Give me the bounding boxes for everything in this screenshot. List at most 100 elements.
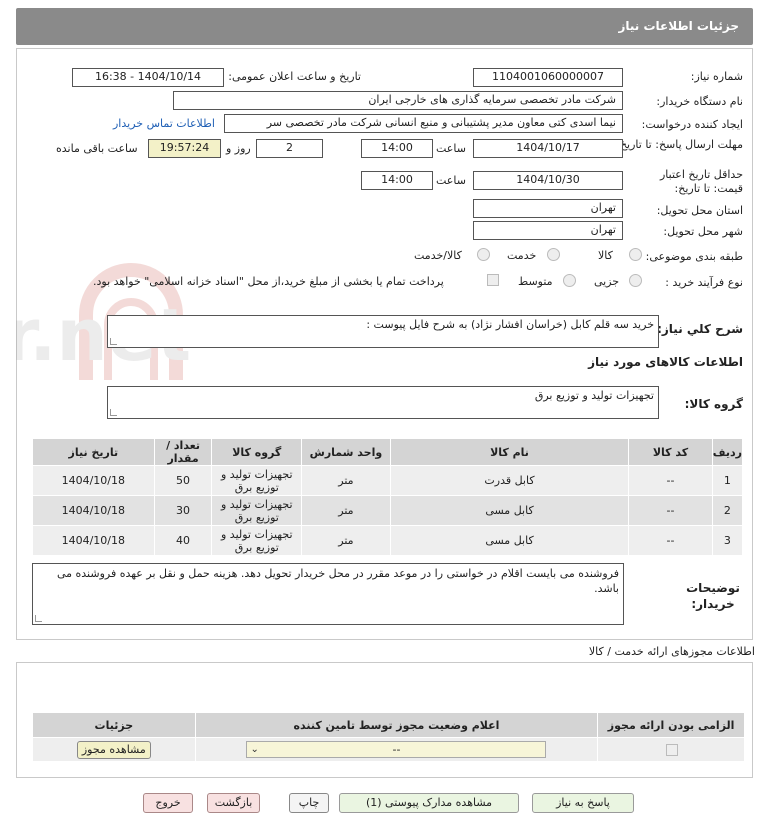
license-details-cell: مشاهده مجوز xyxy=(32,737,196,762)
items-table: ردیف کد کالا نام کالا واحد شمارش گروه کا… xyxy=(32,438,744,556)
items-table-header: ردیف کد کالا نام کالا واحد شمارش گروه کا… xyxy=(32,438,744,466)
days-field: 2 xyxy=(256,139,323,158)
buyer-notes-textarea[interactable]: فروشنده می بایست اقلام در خواستی را در م… xyxy=(32,563,624,625)
col-row: ردیف xyxy=(711,438,744,466)
process-label: نوع فرآیند خرید : xyxy=(665,276,743,289)
goods-group-label: گروه کالا: xyxy=(684,397,743,411)
cell-name: کابل مسی xyxy=(389,525,630,556)
cell-row: 1 xyxy=(711,465,744,496)
col-qty: تعداد / مقدار xyxy=(153,438,213,466)
col-code: کد کالا xyxy=(628,438,713,466)
category-option-goods: کالا xyxy=(598,249,613,262)
view-license-button[interactable]: مشاهده مجوز xyxy=(76,740,151,759)
table-row: 2 -- کابل مسی متر تجهیزات تولید و توزیع … xyxy=(32,495,744,526)
description-textarea[interactable]: خرید سه قلم کابل (خراسان افشار نژاد) به … xyxy=(107,315,659,348)
license-status-cell: ⌄ -- xyxy=(194,737,599,762)
cell-qty: 30 xyxy=(153,495,213,526)
cell-group: تجهیزات تولید و توزیع برق xyxy=(211,525,303,556)
licenses-table: الزامی بودن ارائه مجوز اعلام وضعیت مجوز … xyxy=(32,712,745,762)
cell-code: -- xyxy=(628,495,713,526)
cell-code: -- xyxy=(628,465,713,496)
cell-name: کابل قدرت xyxy=(389,465,630,496)
buyer-notes-label: توضیحات خریدار: xyxy=(686,581,740,611)
description-label: شرح کلي نياز: xyxy=(657,322,743,336)
category-option-goods-service: کالا/خدمت xyxy=(414,249,462,262)
buyer-notes-text: فروشنده می بایست اقلام در خواستی را در م… xyxy=(56,567,619,595)
buyer-contact-link[interactable]: اطلاعات تماس خریدار xyxy=(113,117,215,130)
category-radio-goods-service[interactable] xyxy=(477,248,490,261)
goods-info-title: اطلاعات کالاهای مورد نیاز xyxy=(588,355,743,369)
creator-field: نیما اسدی کتی معاون مدیر پشتیبانی و منبع… xyxy=(224,114,623,133)
exit-button[interactable]: خروج xyxy=(143,793,193,813)
view-attachments-button[interactable]: مشاهده مدارک پیوستی (1) xyxy=(339,793,519,813)
validity-time-field: 14:00 xyxy=(361,171,433,190)
cell-row: 2 xyxy=(711,495,744,526)
resize-grip-icon[interactable] xyxy=(110,409,117,416)
table-row: 3 -- کابل مسی متر تجهیزات تولید و توزیع … xyxy=(32,525,744,556)
remaining-time-label: ساعت باقی مانده xyxy=(56,142,138,155)
table-row: 1 -- کابل قدرت متر تجهیزات تولید و توزیع… xyxy=(32,465,744,496)
buyer-org-label: نام دستگاه خریدار: xyxy=(656,95,743,108)
category-radio-service[interactable] xyxy=(547,248,560,261)
cell-row: 3 xyxy=(711,525,744,556)
cell-name: کابل مسی xyxy=(389,495,630,526)
need-number-label: شماره نیاز: xyxy=(690,70,743,83)
goods-group-text: تجهیزات تولید و توزیع برق xyxy=(534,389,654,402)
col-license-details: جزئیات xyxy=(32,712,196,738)
remaining-time-field: 19:57:24 xyxy=(148,139,221,158)
page-header: جزئیات اطلاعات نیاز xyxy=(16,8,753,45)
city-label: شهر محل تحویل: xyxy=(663,225,743,238)
category-label: طبقه بندی موضوعی: xyxy=(645,250,743,263)
licenses-title: اطلاعات مجوزهای ارائه خدمت / کالا xyxy=(588,645,755,658)
license-status-value: -- xyxy=(392,743,401,756)
goods-group-textarea[interactable]: تجهیزات تولید و توزیع برق xyxy=(107,386,659,419)
license-required-checkbox[interactable] xyxy=(666,744,679,756)
license-required-cell xyxy=(597,737,745,762)
col-name: نام کالا xyxy=(389,438,630,466)
announce-label: تاریخ و ساعت اعلان عمومی: xyxy=(228,70,361,83)
treasury-payment-checkbox[interactable] xyxy=(487,274,499,286)
category-option-service: خدمت xyxy=(507,249,537,262)
reply-button[interactable]: پاسخ به نیاز xyxy=(532,793,634,813)
deadline-time-label: ساعت xyxy=(436,142,466,155)
city-field: تهران xyxy=(473,221,623,240)
cell-code: -- xyxy=(628,525,713,556)
process-option-minor: جزیی xyxy=(594,275,620,288)
cell-qty: 40 xyxy=(153,525,213,556)
validity-label: حداقل تاریخ اعتبار قیمت: تا تاریخ: xyxy=(659,168,743,195)
col-date: تاریخ نیاز xyxy=(32,438,155,466)
days-label: روز و xyxy=(226,142,251,155)
category-radio-goods[interactable] xyxy=(629,248,642,261)
resize-grip-icon[interactable] xyxy=(35,615,42,622)
province-label: استان محل تحویل: xyxy=(656,204,743,217)
col-license-required: الزامی بودن ارائه مجوز xyxy=(597,712,745,738)
back-button[interactable]: بازگشت xyxy=(207,793,260,813)
print-button[interactable]: چاپ xyxy=(289,793,329,813)
need-number-field: 1104001060000007 xyxy=(473,68,623,87)
process-radio-minor[interactable] xyxy=(629,274,642,287)
deadline-time-field: 14:00 xyxy=(361,139,433,158)
resize-grip-icon[interactable] xyxy=(110,338,117,345)
cell-unit: متر xyxy=(301,495,391,526)
cell-date: 1404/10/18 xyxy=(32,525,155,556)
buyer-org-field: شرکت مادر تخصصی سرمایه گذاری های خارجی ا… xyxy=(173,91,623,110)
col-unit: واحد شمارش xyxy=(301,438,391,466)
announce-datetime-field: 1404/10/14 - 16:38 xyxy=(72,68,224,87)
license-status-select[interactable]: ⌄ -- xyxy=(246,741,547,758)
description-text: خرید سه قلم کابل (خراسان افشار نژاد) به … xyxy=(366,318,654,331)
deadline-date-field: 1404/10/17 xyxy=(473,139,623,158)
process-option-medium: متوسط xyxy=(518,275,553,288)
validity-time-label: ساعت xyxy=(436,174,466,187)
cell-group: تجهیزات تولید و توزیع برق xyxy=(211,465,303,496)
chevron-down-icon: ⌄ xyxy=(250,744,259,755)
licenses-table-header: الزامی بودن ارائه مجوز اعلام وضعیت مجوز … xyxy=(32,712,745,738)
cell-group: تجهیزات تولید و توزیع برق xyxy=(211,495,303,526)
cell-unit: متر xyxy=(301,465,391,496)
table-row: ⌄ -- مشاهده مجوز xyxy=(32,737,745,762)
treasury-payment-note: پرداخت تمام یا بخشی از مبلغ خرید،از محل … xyxy=(93,275,444,288)
process-radio-medium[interactable] xyxy=(563,274,576,287)
creator-label: ایجاد کننده درخواست: xyxy=(641,118,743,131)
col-group: گروه کالا xyxy=(211,438,303,466)
cell-date: 1404/10/18 xyxy=(32,465,155,496)
cell-unit: متر xyxy=(301,525,391,556)
